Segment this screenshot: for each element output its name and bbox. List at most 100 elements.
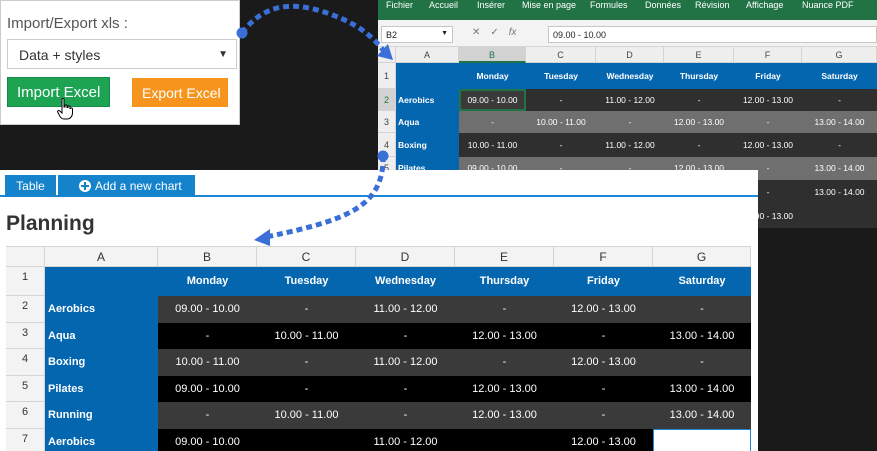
excel-cell[interactable]: 11.00 - 12.00	[596, 89, 664, 111]
excel-col-header[interactable]: G	[802, 47, 877, 63]
ribbon-tab-review[interactable]: Révision	[695, 0, 730, 10]
web-activity-cell[interactable]: Running	[45, 402, 158, 429]
web-activity-cell[interactable]: Aerobics	[45, 296, 158, 323]
web-cell[interactable]	[455, 429, 554, 451]
export-excel-button[interactable]: Export Excel	[132, 78, 228, 107]
tab-add-chart[interactable]: Add a new chart	[58, 175, 195, 197]
web-activity-cell[interactable]: Boxing	[45, 349, 158, 376]
excel-activity-cell[interactable]: Aerobics	[396, 89, 459, 111]
web-cell[interactable]: -	[257, 296, 356, 323]
excel-cell[interactable]: -	[802, 133, 877, 157]
web-cell[interactable]: -	[653, 296, 751, 323]
excel-cell[interactable]: 12.00 - 13.00	[664, 111, 734, 133]
format-select[interactable]: Data + styles ▼	[7, 39, 237, 69]
web-col-header[interactable]: B	[158, 246, 257, 267]
web-row-header[interactable]: 5	[6, 376, 45, 402]
web-col-header[interactable]: D	[356, 246, 455, 267]
web-row-header[interactable]: 1	[6, 267, 45, 296]
web-cell[interactable]: -	[158, 402, 257, 429]
formula-input[interactable]: 09.00 - 10.00	[548, 26, 877, 43]
excel-activity-cell[interactable]: Aqua	[396, 111, 459, 133]
web-cell[interactable]: 11.00 - 12.00	[356, 296, 455, 323]
web-cell[interactable]: -	[257, 349, 356, 376]
web-cell[interactable]: 10.00 - 11.00	[257, 402, 356, 429]
web-cell[interactable]: -	[356, 323, 455, 349]
fx-icon[interactable]: fx	[509, 27, 517, 38]
web-activity-cell[interactable]: Aqua	[45, 323, 158, 349]
web-cell[interactable]: 10.00 - 11.00	[257, 323, 356, 349]
web-cell[interactable]: 13.00 - 14.00	[653, 402, 751, 429]
ribbon-tab-formulas[interactable]: Formules	[590, 0, 628, 10]
web-cell[interactable]: -	[257, 376, 356, 402]
excel-cell[interactable]: -	[459, 111, 526, 133]
web-cell[interactable]: 13.00 - 14.00	[653, 323, 751, 349]
excel-row-header[interactable]: 4	[378, 133, 396, 157]
web-col-header[interactable]: G	[653, 246, 751, 267]
excel-col-header[interactable]: D	[596, 47, 664, 63]
excel-col-header[interactable]: F	[734, 47, 802, 63]
confirm-icon[interactable]: ✓	[490, 27, 498, 38]
excel-activity-cell[interactable]: Boxing	[396, 133, 459, 157]
web-col-header[interactable]: F	[554, 246, 653, 267]
cancel-icon[interactable]: ✕	[472, 27, 480, 38]
web-cell[interactable]: 12.00 - 13.00	[455, 376, 554, 402]
web-cell[interactable]: -	[356, 376, 455, 402]
excel-col-header[interactable]: C	[526, 47, 596, 63]
excel-row-header[interactable]: 3	[378, 111, 396, 133]
excel-cell[interactable]: 12.00 - 13.00	[734, 89, 802, 111]
web-cell[interactable]: 11.00 - 12.00	[356, 349, 455, 376]
web-col-header[interactable]: E	[455, 246, 554, 267]
web-cell[interactable]: 12.00 - 13.00	[455, 402, 554, 429]
tab-table[interactable]: Table	[5, 175, 56, 197]
excel-cell[interactable]: 09.00 - 10.00	[459, 89, 526, 111]
excel-cell[interactable]: -	[596, 111, 664, 133]
ribbon-tab-home[interactable]: Accueil	[429, 0, 458, 10]
excel-row-header[interactable]: 2	[378, 89, 396, 111]
web-cell[interactable]: -	[158, 323, 257, 349]
web-cell[interactable]: 09.00 - 10.00	[158, 429, 257, 451]
web-cell[interactable]: 10.00 - 11.00	[158, 349, 257, 376]
web-cell[interactable]	[257, 429, 356, 451]
web-cell[interactable]: -	[554, 323, 653, 349]
web-cell[interactable]: 12.00 - 13.00	[554, 429, 653, 451]
excel-cell[interactable]: 13.00 - 14.00	[802, 157, 877, 180]
excel-cell[interactable]: 12.00 - 13.00	[734, 133, 802, 157]
web-cell[interactable]: -	[653, 349, 751, 376]
name-box[interactable]: B2 ▼	[381, 26, 453, 43]
web-cell[interactable]: 09.00 - 10.00	[158, 376, 257, 402]
web-col-header[interactable]: A	[45, 246, 158, 267]
web-activity-cell[interactable]: Aerobics	[45, 429, 158, 451]
excel-cell[interactable]: -	[526, 89, 596, 111]
ribbon-tab-pdf[interactable]: Nuance PDF	[802, 0, 854, 10]
ribbon-tab-insert[interactable]: Insérer	[477, 0, 505, 10]
web-cell[interactable]: -	[455, 296, 554, 323]
excel-cell[interactable]: 13.00 - 14.00	[802, 111, 877, 133]
web-row-header[interactable]: 2	[6, 296, 45, 323]
web-cell[interactable]: 09.00 - 10.00	[158, 296, 257, 323]
excel-row-header[interactable]: 1	[378, 63, 396, 89]
ribbon-tab-page-layout[interactable]: Mise en page	[522, 0, 576, 10]
web-col-header[interactable]: C	[257, 246, 356, 267]
web-activity-cell[interactable]: Pilates	[45, 376, 158, 402]
web-cell[interactable]: -	[455, 349, 554, 376]
excel-cell[interactable]: 10.00 - 11.00	[526, 111, 596, 133]
excel-cell[interactable]: -	[734, 111, 802, 133]
web-cell[interactable]: 13.00 - 14.00	[653, 376, 751, 402]
excel-cell[interactable]: 13.00 - 14.00	[802, 180, 877, 204]
web-cell[interactable]: -	[554, 402, 653, 429]
web-cell[interactable]: -	[554, 376, 653, 402]
web-cell[interactable]: 12.00 - 13.00	[455, 323, 554, 349]
excel-col-header[interactable]: E	[664, 47, 734, 63]
web-cell[interactable]: 11.00 - 12.00	[356, 429, 455, 451]
excel-cell[interactable]: -	[664, 133, 734, 157]
web-row-header[interactable]: 3	[6, 323, 45, 349]
excel-cell[interactable]	[802, 204, 877, 228]
excel-cell[interactable]: -	[802, 89, 877, 111]
excel-cell[interactable]: 11.00 - 12.00	[596, 133, 664, 157]
web-cell[interactable]	[653, 429, 751, 451]
web-row-header[interactable]: 6	[6, 402, 45, 429]
excel-cell[interactable]: -	[664, 89, 734, 111]
web-row-header[interactable]: 4	[6, 349, 45, 376]
ribbon-tab-file[interactable]: Fichier	[386, 0, 413, 10]
web-row-header[interactable]: 7	[6, 429, 45, 451]
